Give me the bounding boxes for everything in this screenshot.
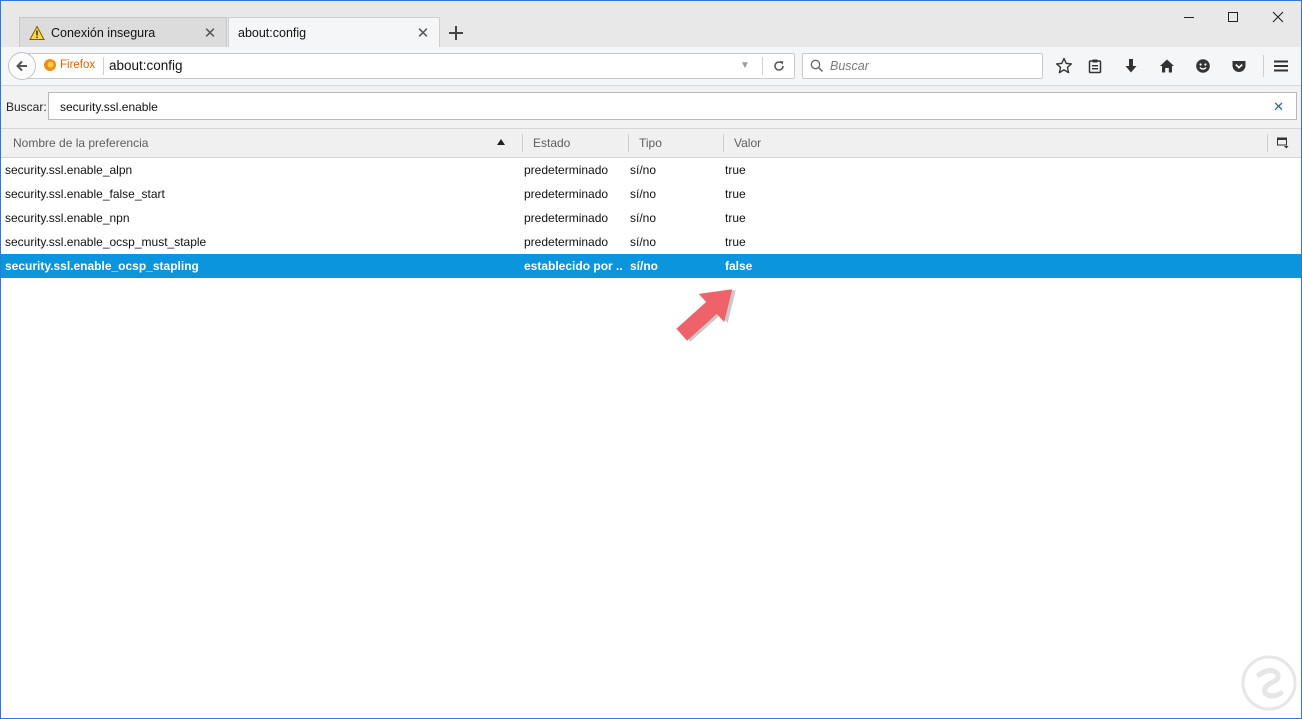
clear-search-icon[interactable]: ✕ (1273, 99, 1284, 115)
pocket-icon (1232, 61, 1246, 72)
hello-button[interactable] (1191, 54, 1215, 78)
pref-value: true (725, 187, 746, 201)
pref-type: sí/no (630, 235, 657, 249)
plus-icon (449, 26, 463, 40)
clipboard-icon (1088, 59, 1102, 74)
config-search-input[interactable]: security.ssl.enable ✕ (48, 92, 1297, 120)
config-search-value: security.ssl.enable (60, 100, 158, 114)
pref-state: predeterminado (524, 235, 609, 249)
divider (1263, 55, 1264, 77)
pref-value: true (725, 211, 746, 225)
column-picker-icon[interactable] (1277, 137, 1289, 149)
pref-type: sí/no (630, 163, 657, 177)
tab-strip: Conexión insegura ✕ about:config ✕ (1, 1, 1301, 47)
pref-state: establecido por ... (524, 259, 622, 273)
pref-value: true (725, 163, 746, 177)
bookmarks-menu-button[interactable] (1083, 54, 1107, 78)
back-button[interactable] (8, 52, 36, 80)
menu-button[interactable] (1269, 54, 1293, 78)
pref-name: security.ssl.enable_false_start (5, 187, 165, 201)
column-header-value[interactable]: Valor (734, 129, 934, 157)
preferences-table-body: security.ssl.enable_alpn predeterminado … (1, 158, 1301, 278)
column-divider[interactable] (628, 134, 629, 152)
sort-ascending-icon (497, 139, 505, 145)
pocket-button[interactable] (1227, 54, 1251, 78)
home-icon (1160, 59, 1174, 73)
download-arrow-icon (1125, 59, 1137, 73)
minimize-icon (1184, 17, 1194, 18)
table-row[interactable]: security.ssl.enable_alpn predeterminado … (1, 158, 1301, 182)
new-tab-button[interactable] (445, 22, 467, 44)
tab-label: about:config (238, 25, 307, 40)
column-divider[interactable] (723, 134, 724, 152)
browser-window: Conexión insegura ✕ about:config ✕ Firef… (0, 0, 1302, 719)
pref-name: security.ssl.enable_npn (5, 211, 130, 225)
star-icon (1055, 57, 1073, 74)
tab-about-config[interactable]: about:config ✕ (228, 17, 440, 47)
close-icon[interactable]: ✕ (202, 25, 218, 42)
pref-value: true (725, 235, 746, 249)
maximize-button[interactable] (1210, 5, 1256, 29)
watermark-logo-icon (1241, 655, 1297, 711)
close-icon[interactable]: ✕ (415, 25, 431, 42)
pref-name: security.ssl.enable_ocsp_stapling (5, 259, 199, 273)
search-bar[interactable]: Buscar (802, 53, 1043, 79)
pref-state: predeterminado (524, 211, 609, 225)
back-arrow-icon (16, 60, 27, 72)
reload-icon (774, 61, 784, 71)
pref-type: sí/no (630, 211, 657, 225)
column-header-type[interactable]: Tipo (639, 129, 719, 157)
column-header-name[interactable]: Nombre de la preferencia (13, 129, 513, 157)
config-search-label: Buscar: (6, 100, 47, 114)
pref-type: sí/no (630, 187, 657, 201)
pref-type: sí/no (630, 259, 659, 273)
identity-label: Firefox (60, 59, 96, 71)
column-header-state[interactable]: Estado (533, 129, 623, 157)
window-close-button[interactable] (1255, 5, 1301, 29)
annotation-arrow-icon (676, 289, 736, 342)
column-divider[interactable] (522, 134, 523, 152)
bookmark-star-button[interactable] (1052, 54, 1076, 78)
pref-value: false (725, 259, 753, 273)
table-row[interactable]: security.ssl.enable_false_start predeter… (1, 182, 1301, 206)
hamburger-icon (1274, 60, 1288, 72)
pref-state: predeterminado (524, 163, 609, 177)
url-bar[interactable]: Firefox about:config ▼ (23, 53, 795, 79)
search-placeholder: Buscar (830, 59, 869, 73)
config-search-row: Buscar: security.ssl.enable ✕ (1, 86, 1301, 129)
search-icon (810, 59, 824, 73)
reload-button[interactable] (769, 57, 789, 75)
home-button[interactable] (1155, 54, 1179, 78)
firefox-logo-icon (44, 59, 56, 71)
navigation-toolbar: Firefox about:config ▼ Buscar (1, 47, 1301, 86)
url-text[interactable]: about:config (109, 58, 183, 73)
tab-label: Conexión insegura (51, 25, 156, 40)
tab-insecure-connection[interactable]: Conexión insegura ✕ (19, 17, 227, 47)
table-row[interactable]: security.ssl.enable_npn predeterminado s… (1, 206, 1301, 230)
pref-name: security.ssl.enable_ocsp_must_staple (5, 235, 207, 249)
pref-name: security.ssl.enable_alpn (5, 163, 133, 177)
pref-state: predeterminado (524, 187, 609, 201)
minimize-button[interactable] (1166, 5, 1212, 29)
smiley-icon (1196, 59, 1210, 73)
column-divider (1267, 134, 1268, 152)
warning-icon (29, 24, 45, 41)
table-row-selected[interactable]: security.ssl.enable_ocsp_stapling establ… (1, 254, 1301, 278)
downloads-button[interactable] (1119, 54, 1143, 78)
identity-box[interactable]: Firefox (43, 58, 95, 72)
divider (103, 57, 104, 75)
table-row[interactable]: security.ssl.enable_ocsp_must_staple pre… (1, 230, 1301, 254)
preferences-table-header: Nombre de la preferencia Estado Tipo Val… (1, 129, 1301, 158)
maximize-icon (1228, 12, 1238, 22)
close-icon (1272, 11, 1284, 23)
history-dropdown-icon[interactable]: ▼ (740, 60, 750, 71)
divider (762, 57, 763, 75)
